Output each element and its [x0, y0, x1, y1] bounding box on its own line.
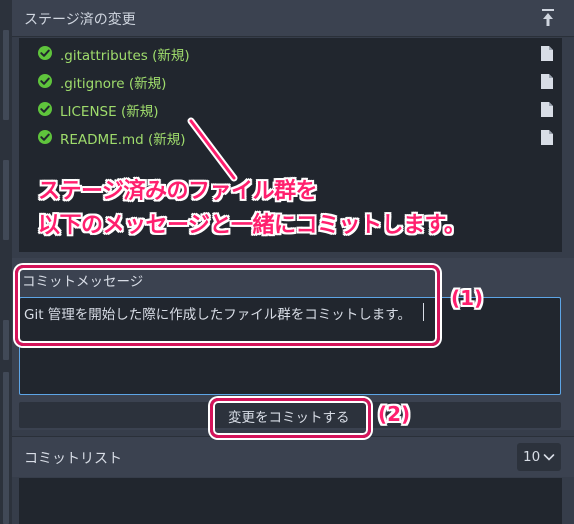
annotation-marker-2: (2) [378, 402, 411, 426]
check-circle-icon [38, 46, 52, 60]
staged-file-name: LICENSE (新規) [60, 104, 159, 120]
left-edge-strip [0, 0, 12, 524]
left-strip-segment [3, 160, 9, 240]
annotation-line-2: 以下のメッセージと一緒にコミットします。 [38, 213, 466, 238]
check-circle-icon [38, 74, 52, 88]
file-icon[interactable] [541, 74, 553, 89]
annotation-marker-1: (1) [451, 286, 484, 310]
check-circle-icon [38, 130, 52, 144]
file-icon[interactable] [541, 46, 553, 61]
file-icon[interactable] [541, 102, 553, 117]
left-strip-segment [3, 372, 9, 524]
left-strip-segment [3, 30, 9, 120]
staged-file-name: README.md (新規) [60, 132, 186, 148]
left-strip-segment [3, 320, 9, 360]
unstage-all-icon[interactable] [539, 7, 557, 29]
highlight-box-commit-button [210, 398, 371, 438]
staged-file-row[interactable]: README.md (新規) [19, 126, 562, 150]
commit-list [19, 478, 562, 524]
staged-file-name: .gitignore (新規) [60, 76, 167, 92]
commit-count-value: 10 [523, 449, 541, 465]
staged-file-name: .gitattributes (新規) [60, 48, 190, 64]
chevron-down-icon [543, 454, 555, 461]
check-circle-icon [38, 102, 52, 116]
file-icon[interactable] [541, 130, 553, 145]
highlight-box-commit-message [15, 265, 440, 346]
staged-file-row[interactable]: .gitattributes (新規) [19, 42, 562, 66]
staged-file-row[interactable]: LICENSE (新規) [19, 98, 562, 122]
staged-changes-title: ステージ済の変更 [24, 12, 136, 28]
commit-list-title: コミットリスト [24, 451, 122, 467]
staged-file-row[interactable]: .gitignore (新規) [19, 70, 562, 94]
annotation-line-1: ステージ済みのファイル群を [38, 179, 318, 204]
